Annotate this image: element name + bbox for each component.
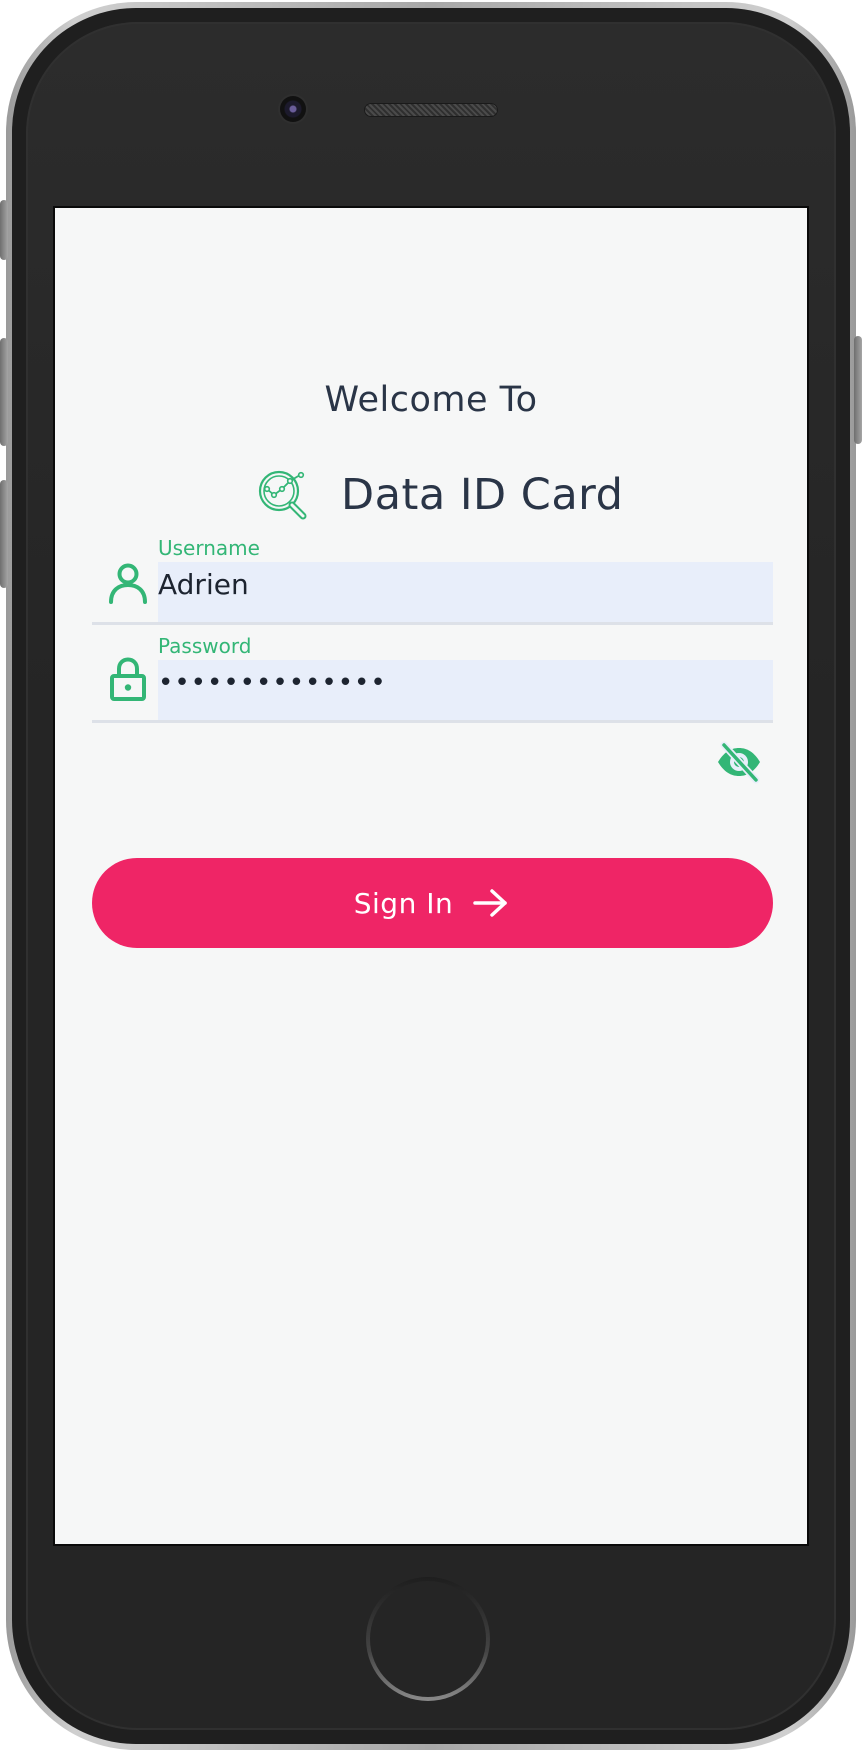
volume-down-button <box>0 480 8 588</box>
eye-slash-icon[interactable] <box>715 740 763 784</box>
earpiece-speaker <box>364 103 498 117</box>
arrow-right-icon <box>473 889 507 917</box>
sign-in-label: Sign In <box>353 886 454 920</box>
username-underline <box>92 622 773 625</box>
username-label: Username <box>158 536 260 560</box>
welcome-text: Welcome To <box>324 380 538 420</box>
lock-icon <box>110 657 146 701</box>
mute-switch <box>0 200 8 260</box>
password-label: Password <box>158 634 252 658</box>
user-icon <box>109 563 147 604</box>
brand: Data ID Card <box>255 465 623 525</box>
volume-up-button <box>0 338 8 446</box>
username-field[interactable] <box>158 562 773 622</box>
sign-in-button[interactable]: Sign In <box>92 858 773 948</box>
password-input-value[interactable]: •••••••••••••• <box>158 668 387 698</box>
power-button <box>854 336 862 444</box>
username-input-value[interactable]: Adrien <box>158 568 249 601</box>
front-camera <box>280 96 306 122</box>
app-screen: Welcome To Data ID Card Username Adrien … <box>55 208 807 1544</box>
password-underline <box>92 720 773 723</box>
app-name: Data ID Card <box>341 470 624 520</box>
analytics-magnifier-icon <box>258 470 307 520</box>
home-button[interactable] <box>366 1577 490 1701</box>
